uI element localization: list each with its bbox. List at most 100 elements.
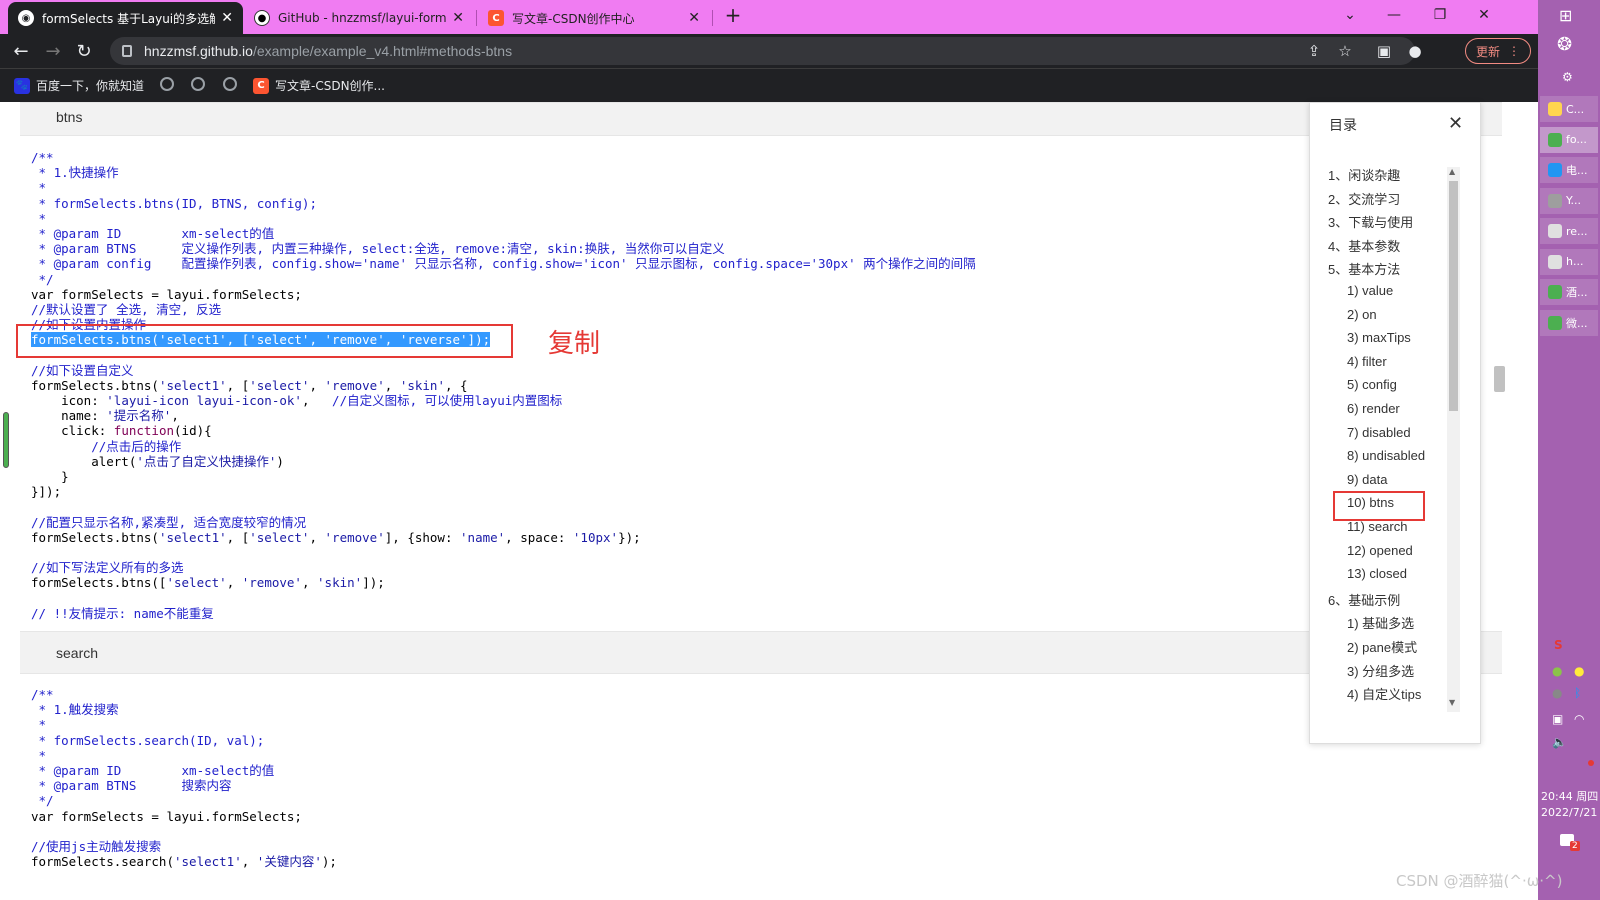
toc-item[interactable]: 6、基础示例 [1328, 590, 1400, 609]
app-icon [1548, 193, 1562, 208]
network-icon[interactable]: ▣ [1552, 712, 1563, 726]
csdn-watermark: CSDN @酒醉猫(^·ω·^) [1396, 872, 1563, 890]
code-line: var formSelects = layui.formSelects; [31, 808, 302, 824]
tab-csdn[interactable]: C 写文章-CSDN创作中心 ✕ [478, 2, 710, 34]
section-title: btns [56, 109, 83, 125]
tab-title: GitHub - hnzzmsf/layui-formS [278, 11, 447, 25]
left-scroll-indicator[interactable] [3, 412, 9, 468]
taskbar-app[interactable]: h... [1540, 248, 1598, 275]
tray-app-icon[interactable]: ● [1574, 664, 1584, 678]
close-icon[interactable]: ✕ [1448, 113, 1463, 134]
system-clock[interactable]: 20:44 周四 2022/7/21 [1541, 789, 1598, 821]
windows-start-icon[interactable]: ⊞ [1559, 6, 1572, 25]
bluetooth-icon[interactable]: ᛒ [1574, 686, 1581, 700]
url-host: hnzzmsf.github.io [144, 43, 253, 59]
wechat-tray-icon[interactable]: ● [1552, 664, 1562, 678]
more-menu-icon: ⋮ [1508, 44, 1520, 58]
toc-item[interactable]: 5、基本方法 [1328, 259, 1400, 278]
toc-scrollbar-thumb[interactable] [1449, 181, 1458, 411]
code-line: * 1.快捷操作 [31, 165, 119, 181]
forward-icon[interactable]: → [41, 39, 65, 63]
bookmark-csdn[interactable]: C 写文章-CSDN创作... [253, 77, 385, 94]
code-line: * [31, 747, 47, 763]
minimize-icon[interactable]: — [1372, 0, 1416, 30]
taskbar-app[interactable]: re... [1540, 218, 1598, 244]
taskbar-app[interactable]: 酒... [1540, 279, 1598, 305]
bookmark-label: 百度一下，你就知道 [36, 79, 145, 93]
toc-item[interactable]: 4、基本参数 [1328, 236, 1400, 255]
toc-item[interactable]: 4) 自定义tips [1347, 684, 1421, 703]
bookmark-globe-3[interactable] [223, 77, 237, 91]
taskbar-app[interactable]: fo... [1540, 126, 1598, 153]
toc-item[interactable]: 13) closed [1347, 566, 1407, 581]
share-icon[interactable]: ⇪ [1302, 39, 1326, 63]
taskbar-app[interactable]: Y... [1540, 187, 1598, 214]
bookmark-label: 写文章-CSDN创作... [275, 79, 385, 93]
toc-item[interactable]: 8) undisabled [1347, 448, 1425, 463]
page-scrollbar-track[interactable] [1502, 102, 1538, 900]
toc-item[interactable]: 2) pane模式 [1347, 637, 1417, 656]
windows-taskbar: ⊞ ❂ ⚙ C... fo... 电... Y... re... h... 酒... 微...… [1538, 0, 1600, 900]
back-icon[interactable]: ← [9, 39, 33, 63]
toc-item[interactable]: 5) config [1347, 377, 1397, 392]
code-line: * @param BTNS 搜索内容 [31, 778, 232, 794]
new-tab-button[interactable]: + [711, 0, 755, 30]
taskbar-app[interactable]: C... [1540, 96, 1598, 122]
tab-github[interactable]: ● GitHub - hnzzmsf/layui-formS ✕ [244, 2, 474, 34]
tab-search-icon[interactable]: ⌄ [1328, 0, 1372, 30]
sogou-icon[interactable]: S [1554, 638, 1563, 652]
bookmark-globe-1[interactable] [160, 77, 174, 91]
close-tab-icon[interactable]: ✕ [688, 10, 700, 26]
toc-item[interactable]: 3) 分组多选 [1347, 661, 1414, 680]
volume-icon[interactable]: 🔈 [1552, 735, 1567, 749]
toc-item[interactable]: 6) render [1347, 401, 1400, 416]
code-block-search[interactable]: /** * 1.触发搜索 * * formSelects.search(ID, … [31, 687, 337, 869]
toc-item[interactable]: 9) data [1347, 472, 1387, 487]
restore-icon[interactable]: ❐ [1418, 0, 1462, 30]
close-tab-icon[interactable]: ✕ [452, 10, 464, 26]
close-tab-icon[interactable]: ✕ [221, 10, 233, 26]
settings-icon[interactable]: ⚙ [1562, 70, 1573, 84]
toc-item[interactable]: 11) search [1347, 519, 1407, 534]
tray-app-icon[interactable]: ● [1552, 686, 1562, 700]
toc-item[interactable]: 7) disabled [1347, 425, 1411, 440]
bookmark-globe-2[interactable] [191, 77, 205, 91]
toc-item[interactable]: 3、下载与使用 [1328, 212, 1413, 231]
side-panel-icon[interactable]: ▣ [1372, 39, 1396, 63]
code-block-btns[interactable]: /** * 1.快捷操作 * * formSelects.btns(ID, BT… [31, 150, 976, 621]
tab-formselects[interactable]: ◉ formSelects 基于Layui的多选解 ✕ [8, 2, 243, 34]
weather-icon[interactable]: ❂ [1557, 34, 1572, 55]
address-bar[interactable]: hnzzmsf.github.io/example/example_v4.htm… [110, 37, 1415, 65]
scroll-up-icon[interactable]: ▲ [1449, 167, 1455, 176]
profile-icon[interactable]: ● [1403, 39, 1427, 63]
taskbar-app[interactable]: 电... [1540, 157, 1598, 183]
code-line: //如下设置自定义 [31, 362, 134, 378]
wifi-icon[interactable]: ◠ [1574, 712, 1584, 726]
taskbar-app[interactable]: 微... [1540, 309, 1598, 336]
bookmark-baidu[interactable]: 🐾 百度一下，你就知道 [14, 77, 144, 94]
toc-scrollbar[interactable]: ▲ ▼ [1447, 167, 1460, 712]
bookmark-star-icon[interactable]: ☆ [1333, 39, 1357, 63]
page-scrollbar-thumb[interactable] [1494, 366, 1505, 392]
code-line: formSelects.btns('select1', ['select', '… [31, 377, 468, 393]
toc-item[interactable]: 12) opened [1347, 543, 1413, 558]
close-window-icon[interactable]: ✕ [1462, 0, 1506, 30]
code-line: //默认设置了 全选, 清空, 反选 [31, 301, 222, 317]
toc-item[interactable]: 3) maxTips [1347, 330, 1411, 345]
reload-icon[interactable]: ↻ [72, 39, 96, 63]
toc-item[interactable]: 1) value [1347, 283, 1393, 298]
code-line: //使用js主动触发搜索 [31, 838, 162, 854]
csdn-icon: C [253, 77, 269, 94]
code-line: //如下写法定义所有的多选 [31, 560, 184, 576]
toc-item[interactable]: 1) 基础多选 [1347, 613, 1414, 632]
toc-item[interactable]: 2) on [1347, 307, 1377, 322]
toc-item[interactable]: 1、闲谈杂趣 [1328, 165, 1400, 184]
scroll-down-icon[interactable]: ▼ [1449, 698, 1455, 707]
update-button[interactable]: 更新 ⋮ [1465, 38, 1531, 64]
left-gutter [0, 102, 20, 900]
code-line: // !!友情提示: name不能重复 [31, 605, 214, 621]
toc-item[interactable]: 2、交流学习 [1328, 189, 1400, 208]
toc-item[interactable]: 4) filter [1347, 354, 1387, 369]
